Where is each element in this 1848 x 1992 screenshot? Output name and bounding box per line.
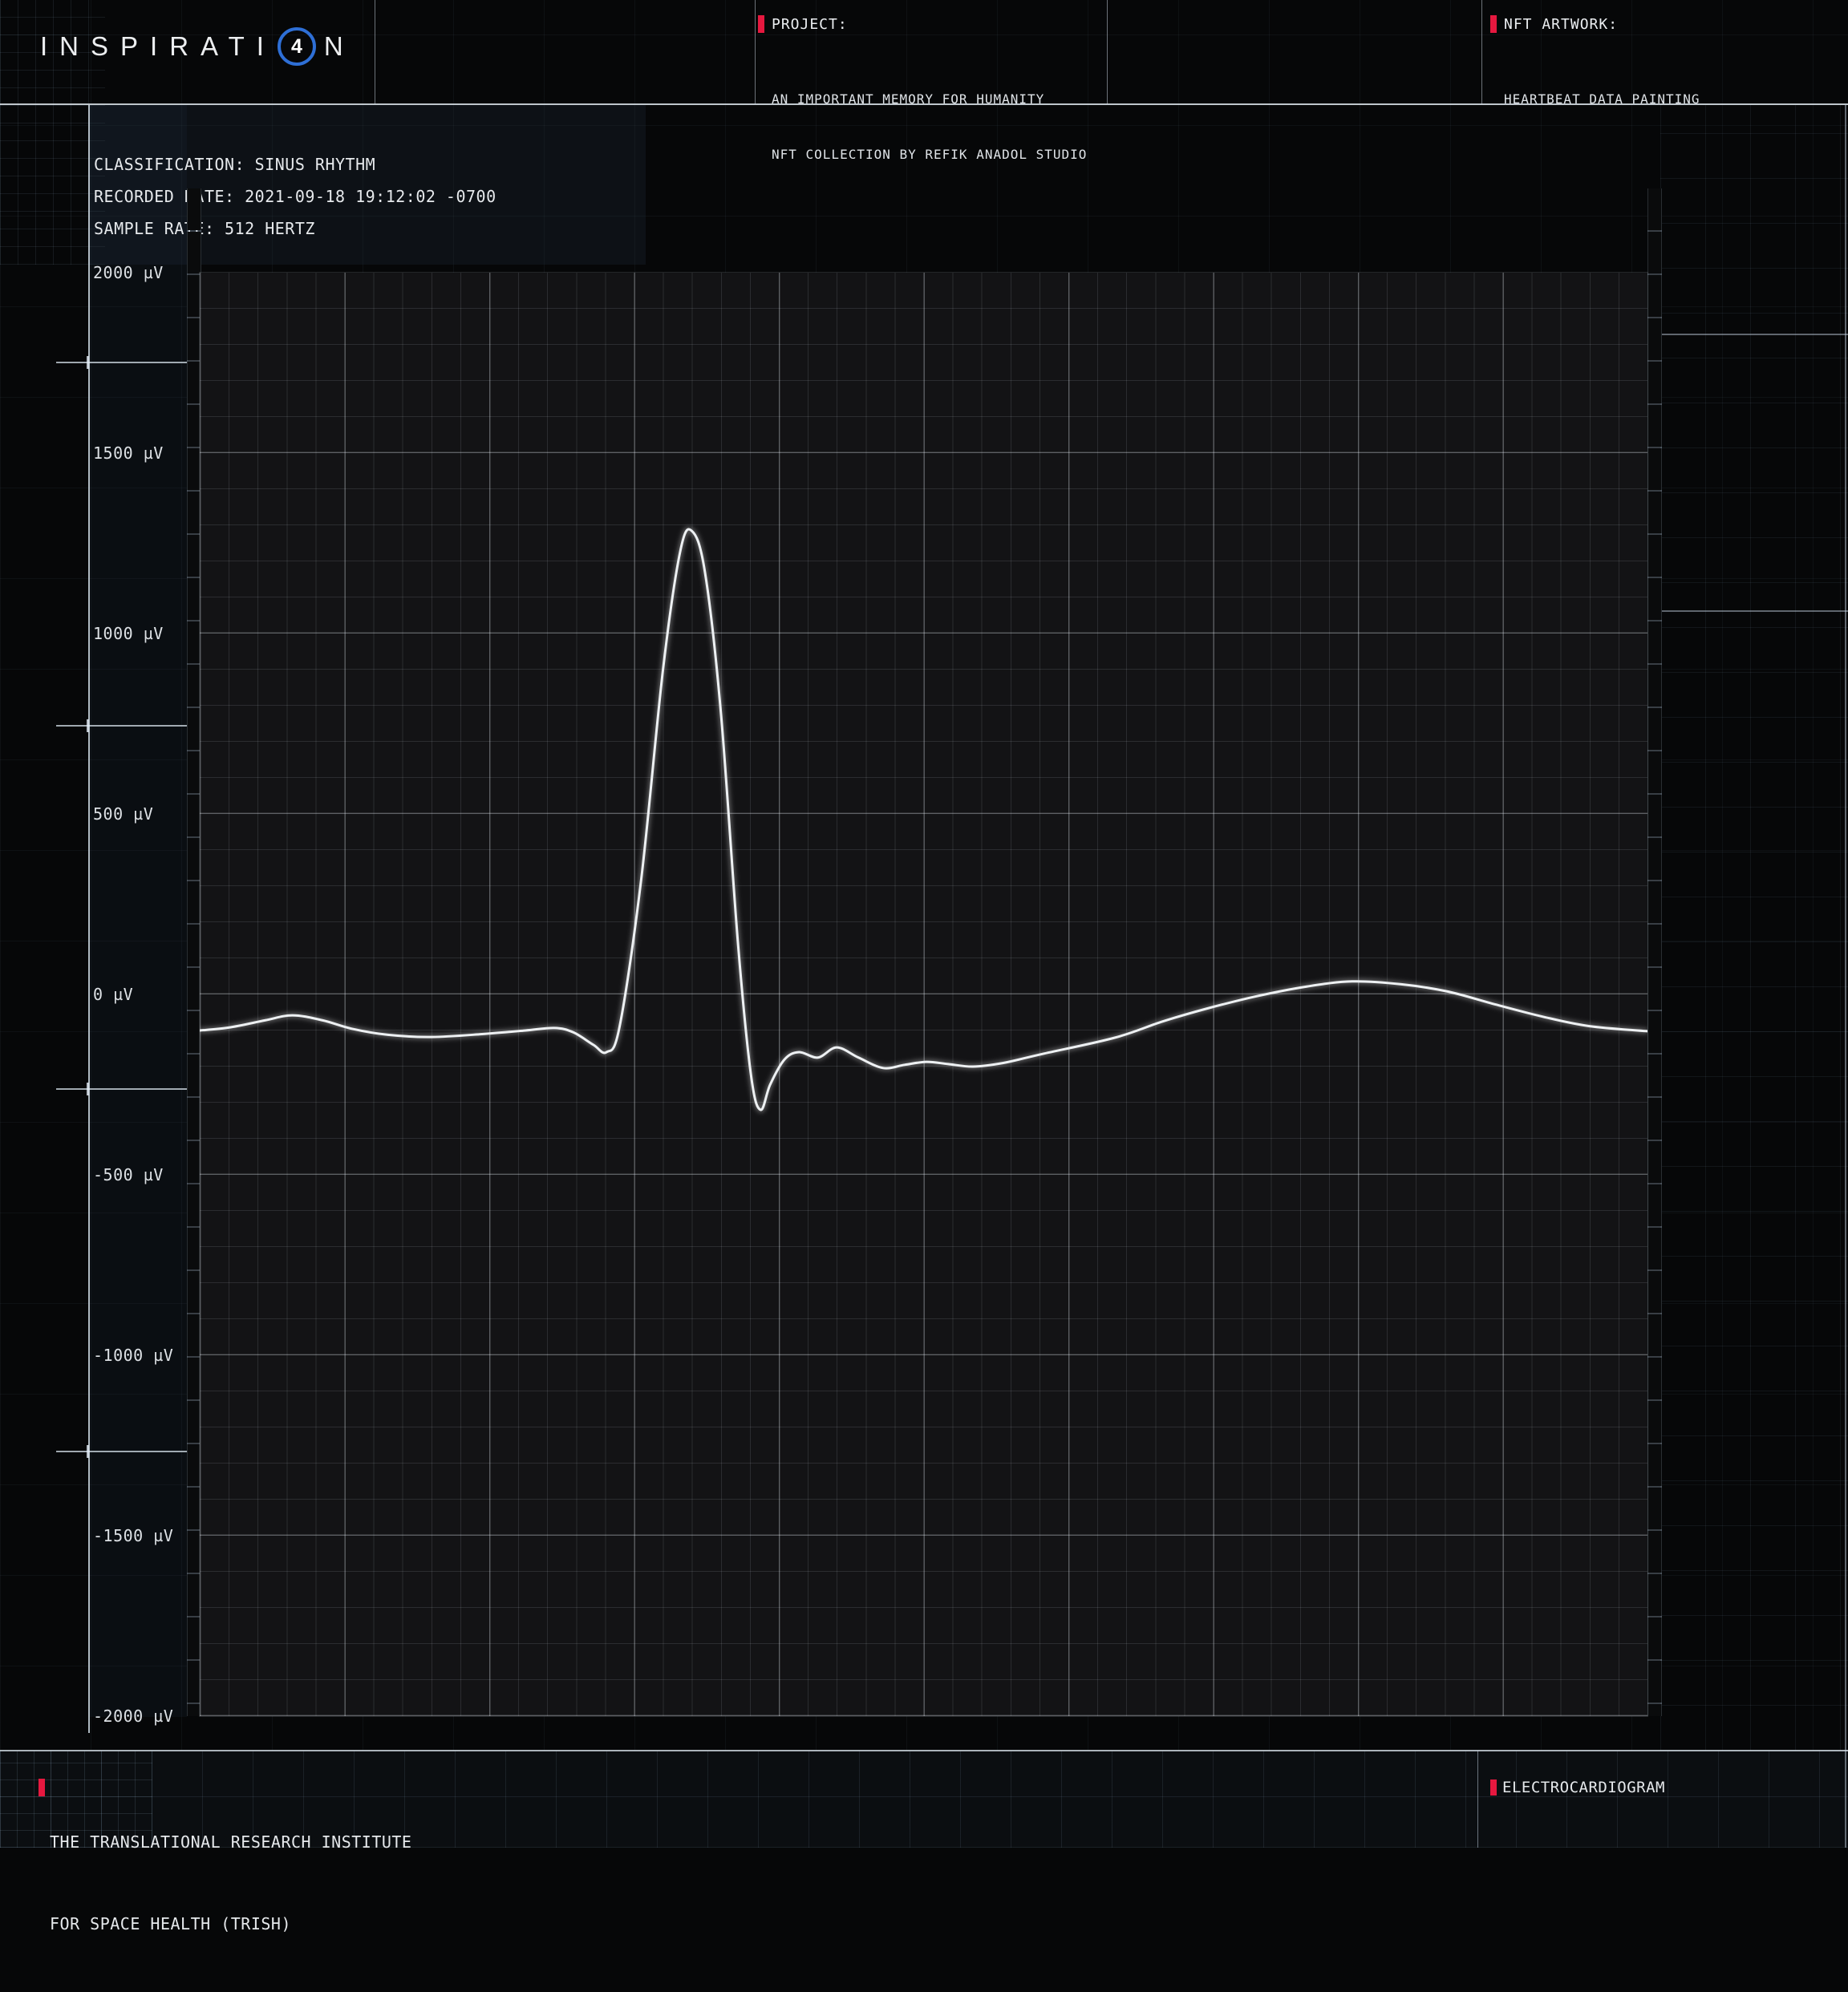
logo-digit: 4 [291, 35, 302, 59]
y-axis-line [88, 105, 90, 1733]
footer-institute-block: THE TRANSLATIONAL RESEARCH INSTITUTE FOR… [38, 1774, 411, 1992]
project-label: PROJECT: [772, 16, 848, 33]
footer-divider-rule [0, 1750, 1848, 1751]
axis-label-column-panel [88, 105, 187, 1717]
nft-artwork-page: { "header": { "logo": { "prefix": "INSPI… [0, 0, 1848, 1848]
y-axis-tick-notch [87, 356, 89, 369]
y-axis-tick-line [56, 1451, 189, 1452]
inspiration4-logo: INSPIRATI 4 N [40, 27, 355, 66]
institute-line1: THE TRANSLATIONAL RESEARCH INSTITUTE [50, 1828, 411, 1856]
y-axis-label: -1500 µV [93, 1525, 173, 1546]
institute-line2: FOR SPACE HEALTH (TRISH) [50, 1910, 411, 1937]
ecg-trace [200, 529, 1647, 1110]
right-edge-line [1845, 105, 1846, 1848]
y-axis-label: -1000 µV [93, 1345, 173, 1366]
red-marker-icon [1490, 1779, 1497, 1796]
electrocardiogram-label: ELECTROCARDIOGRAM [1502, 1779, 1665, 1796]
logo-text-prefix: INSPIRATI [40, 31, 276, 62]
classification-text: CLASSIFICATION: SINUS RHYTHM [94, 148, 496, 180]
project-block: PROJECT: AN IMPORTANT MEMORY FOR HUMANIT… [758, 15, 1087, 200]
y-axis-tick-notch [87, 1083, 89, 1095]
film-strip-right [1647, 188, 1662, 1716]
ecg-plot-area [200, 273, 1647, 1716]
nft-artwork-title: HEARTBEAT DATA PAINTING [1504, 90, 1700, 108]
ecg-trace-glow [200, 529, 1647, 1110]
y-axis-label: 2000 µV [93, 262, 164, 283]
background-grid-right-rail [1660, 105, 1848, 1751]
y-axis-tick-notch [87, 1445, 89, 1458]
red-marker-icon [1490, 15, 1497, 33]
footer-ecg-block: ELECTROCARDIOGRAM [1490, 1779, 1665, 1796]
logo-text-suffix: N [324, 31, 355, 62]
right-rail-accent-line [1651, 334, 1848, 335]
recording-metadata: CLASSIFICATION: SINUS RHYTHM RECORDED DA… [94, 148, 496, 245]
red-marker-icon [758, 15, 764, 33]
y-axis-label: 1000 µV [93, 623, 164, 644]
y-axis-label: 0 µV [93, 984, 133, 1005]
y-axis-label: -2000 µV [93, 1706, 173, 1727]
footer-divider [1477, 1751, 1478, 1848]
recorded-date-text: RECORDED DATE: 2021-09-18 19:12:02 -0700 [94, 180, 496, 213]
y-axis-tick-notch [87, 719, 89, 732]
y-axis-tick-line [56, 362, 189, 363]
right-rail-accent-line [1651, 610, 1848, 612]
logo-circle-icon: 4 [278, 27, 316, 66]
header-divider [755, 0, 756, 104]
header-divider [1481, 0, 1482, 104]
project-line2: NFT COLLECTION BY REFIK ANADOL STUDIO [772, 145, 1087, 164]
nft-artwork-label: NFT ARTWORK: [1504, 16, 1618, 33]
nft-artwork-block: NFT ARTWORK: HEARTBEAT DATA PAINTING [1490, 15, 1700, 145]
ecg-waveform-svg [200, 273, 1647, 1716]
project-line1: AN IMPORTANT MEMORY FOR HUMANITY [772, 90, 1087, 108]
y-axis-label: -500 µV [93, 1164, 164, 1185]
y-axis-tick-line [56, 1088, 189, 1090]
y-axis-label: 500 µV [93, 804, 153, 824]
y-axis-tick-line [56, 725, 189, 727]
header-divider [1107, 0, 1108, 104]
red-marker-icon [38, 1779, 45, 1796]
y-axis-label: 1500 µV [93, 443, 164, 464]
sample-rate-text: SAMPLE RATE: 512 HERTZ [94, 213, 496, 245]
